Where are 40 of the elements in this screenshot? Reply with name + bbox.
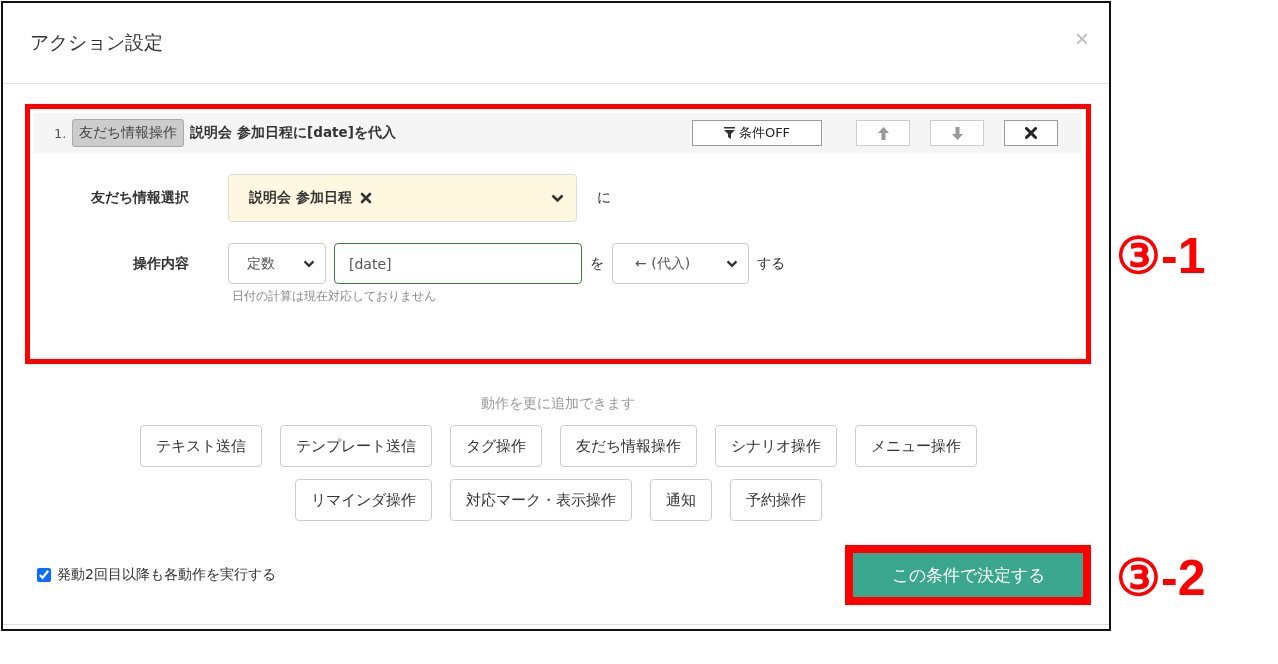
- chevron-down-icon: [551, 193, 564, 203]
- add-action-button[interactable]: 対応マーク・表示操作: [449, 479, 632, 521]
- arrow-up-icon: [877, 126, 889, 140]
- condition-toggle-button[interactable]: 条件OFF: [692, 120, 822, 146]
- add-action-button[interactable]: シナリオ操作: [714, 425, 837, 467]
- selected-tag: 説明会 参加日程: [249, 189, 352, 207]
- add-action-button[interactable]: 通知: [649, 479, 712, 521]
- particle-text: に: [597, 189, 611, 207]
- add-actions-hint: 動作を更に追加できます: [481, 395, 635, 413]
- checkbox-label: 発動2回目以降も各動作を実行する: [57, 566, 276, 584]
- field-label: 友だち情報選択: [90, 189, 189, 207]
- chevron-down-icon: [726, 259, 738, 268]
- add-action-button[interactable]: 予約操作: [729, 479, 822, 521]
- delete-button[interactable]: [1004, 120, 1058, 146]
- suffix-text: する: [757, 254, 785, 273]
- operator-select[interactable]: ← (代入): [612, 243, 749, 284]
- filter-icon: [723, 127, 735, 139]
- repeat-checkbox[interactable]: [37, 568, 51, 582]
- close-icon: [1025, 127, 1037, 139]
- action-number: 1.: [54, 125, 67, 141]
- add-action-button[interactable]: 友だち情報操作: [559, 425, 697, 467]
- add-action-button[interactable]: タグ操作: [449, 425, 542, 467]
- arrow-down-icon: [951, 126, 963, 140]
- value-input[interactable]: [date]: [334, 243, 582, 284]
- friend-info-select[interactable]: 説明会 参加日程: [228, 174, 577, 222]
- add-action-button[interactable]: メニュー操作: [854, 425, 977, 467]
- remove-icon[interactable]: [359, 192, 372, 204]
- annotation-label: ③-2: [1116, 550, 1206, 606]
- add-action-button[interactable]: テキスト送信: [139, 425, 262, 467]
- help-text: 日付の計算は現在対応しておりません: [232, 289, 437, 304]
- chevron-down-icon: [303, 259, 315, 268]
- field-label: 操作内容: [132, 254, 189, 273]
- action-type-button[interactable]: 友だち情報操作: [72, 119, 185, 147]
- dialog-title: アクション設定: [30, 30, 164, 55]
- add-action-button[interactable]: テンプレート送信: [279, 425, 432, 467]
- particle-text: を: [590, 254, 604, 273]
- mode-select[interactable]: 定数: [228, 243, 326, 284]
- annotation-label: ③-1: [1116, 228, 1206, 284]
- add-action-button[interactable]: リマインダ操作: [294, 479, 432, 521]
- action-summary: 説明会 参加日程に[date]を代入: [190, 124, 396, 142]
